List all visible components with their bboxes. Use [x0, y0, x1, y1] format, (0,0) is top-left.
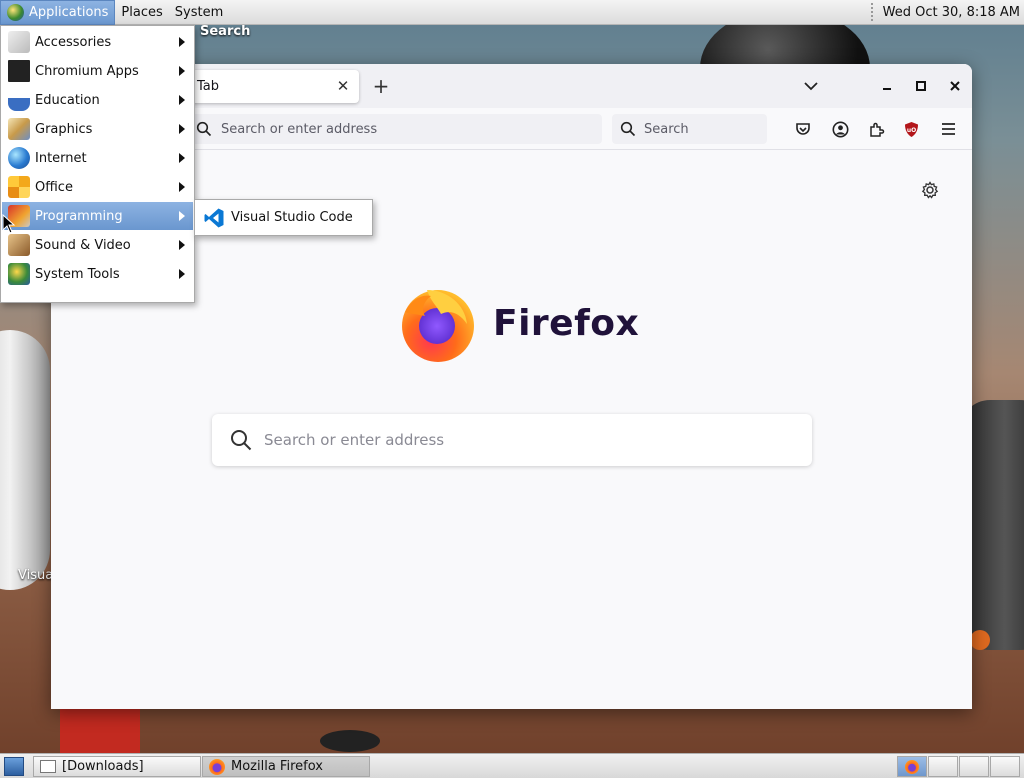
system-tools-icon — [8, 263, 30, 285]
tab-new-tab[interactable]: Tab ✕ — [183, 70, 359, 103]
search-icon — [612, 121, 644, 137]
submenu-item-vscode[interactable]: Visual Studio Code — [231, 210, 353, 225]
menu-item-label: Chromium Apps — [35, 63, 139, 79]
submenu-arrow-icon — [179, 37, 185, 47]
menu-item-programming[interactable]: Programming — [2, 202, 193, 230]
bottom-panel: [Downloads] Mozilla Firefox — [0, 753, 1024, 778]
ublock-origin-icon[interactable]: uO — [901, 119, 921, 139]
workspace-1[interactable] — [897, 756, 927, 777]
firefox-logo-icon — [402, 290, 474, 362]
mouse-cursor-icon — [2, 214, 16, 234]
show-desktop-icon[interactable] — [4, 757, 24, 776]
menu-item-education[interactable]: Education — [2, 86, 193, 114]
internet-icon — [8, 147, 30, 169]
vscode-icon — [204, 208, 224, 227]
menu-item-accessories[interactable]: Accessories — [2, 28, 193, 56]
menu-item-graphics[interactable]: Graphics — [2, 115, 193, 143]
system-menu[interactable]: System — [169, 0, 229, 25]
graphics-icon — [8, 118, 30, 140]
accessories-icon — [8, 31, 30, 53]
menu-item-label: Accessories — [35, 34, 112, 50]
new-tab-plus-icon[interactable]: + — [369, 74, 393, 98]
menu-item-label: Internet — [35, 150, 87, 166]
submenu-arrow-icon — [179, 182, 185, 192]
address-bar-placeholder: Search or enter address — [221, 121, 378, 137]
search-box-placeholder: Search — [644, 121, 689, 137]
menu-item-label: Office — [35, 179, 73, 195]
folder-icon — [40, 760, 56, 773]
submenu-arrow-icon — [179, 211, 185, 221]
extensions-puzzle-icon[interactable] — [866, 119, 886, 139]
top-panel: Applications Places System Wed Oct 30, 8… — [0, 0, 1024, 25]
os-logo-icon — [7, 3, 24, 21]
applications-menu-label: Applications — [29, 4, 109, 20]
pocket-icon[interactable] — [793, 119, 813, 139]
firefox-logo: Firefox — [397, 282, 639, 364]
task-label: [Downloads] — [62, 759, 144, 774]
menu-item-label: Sound & Video — [35, 237, 131, 253]
new-tab-search-input[interactable]: Search or enter address — [212, 414, 812, 466]
panel-right-area: Wed Oct 30, 8:18 AM — [870, 0, 1024, 25]
search-icon — [230, 429, 252, 451]
address-bar[interactable]: Search or enter address — [187, 114, 602, 144]
workspace-4[interactable] — [990, 756, 1020, 777]
desktop-icon-label[interactable]: Visua — [18, 568, 53, 583]
menu-item-sound-video[interactable]: Sound & Video — [2, 231, 193, 259]
workspace-3[interactable] — [959, 756, 989, 777]
task-label: Mozilla Firefox — [231, 759, 323, 774]
minimize-icon[interactable] — [877, 76, 897, 96]
menu-item-office[interactable]: Office — [2, 173, 193, 201]
menu-item-label: Programming — [35, 208, 123, 224]
firefox-icon — [905, 759, 919, 774]
clock[interactable]: Wed Oct 30, 8:18 AM — [883, 5, 1024, 20]
tab-title: Tab — [197, 79, 220, 94]
list-tabs-chevron-down-icon[interactable] — [801, 76, 821, 96]
hamburger-menu-icon[interactable] — [938, 119, 958, 139]
menu-item-label: Education — [35, 92, 100, 108]
programming-submenu: Visual Studio Code — [194, 199, 373, 236]
background-orange-object — [970, 630, 990, 650]
submenu-arrow-icon — [179, 95, 185, 105]
firefox-icon — [209, 758, 225, 775]
firefox-wordmark: Firefox — [493, 302, 640, 344]
chromium-apps-icon — [8, 60, 30, 82]
menu-item-label: Graphics — [35, 121, 93, 137]
education-icon — [8, 89, 30, 111]
sound-video-icon — [8, 234, 30, 256]
task-downloads[interactable]: [Downloads] — [33, 756, 201, 777]
close-tab-icon[interactable]: ✕ — [333, 76, 353, 96]
background-ring — [320, 730, 380, 752]
submenu-arrow-icon — [179, 269, 185, 279]
submenu-arrow-icon — [179, 66, 185, 76]
submenu-arrow-icon — [179, 153, 185, 163]
workspace-2[interactable] — [928, 756, 958, 777]
account-icon[interactable] — [830, 119, 850, 139]
task-firefox[interactable]: Mozilla Firefox — [202, 756, 370, 777]
new-tab-search-placeholder: Search or enter address — [264, 431, 445, 449]
panel-handle[interactable] — [870, 3, 875, 21]
desktop-top-label: Search — [200, 24, 251, 39]
svg-text:uO: uO — [906, 127, 915, 134]
places-menu[interactable]: Places — [115, 0, 168, 25]
office-icon — [8, 176, 30, 198]
background-silver-object — [0, 330, 50, 590]
settings-gear-icon[interactable] — [921, 181, 941, 201]
search-box[interactable]: Search — [612, 114, 767, 144]
applications-menu[interactable]: Applications — [0, 0, 116, 25]
menu-item-label: System Tools — [35, 266, 120, 282]
menu-item-chromium-apps[interactable]: Chromium Apps — [2, 57, 193, 85]
menu-item-system-tools[interactable]: System Tools — [2, 260, 193, 288]
submenu-arrow-icon — [179, 240, 185, 250]
close-window-icon[interactable] — [945, 76, 965, 96]
maximize-icon[interactable] — [911, 76, 931, 96]
submenu-arrow-icon — [179, 124, 185, 134]
menu-item-internet[interactable]: Internet — [2, 144, 193, 172]
applications-dropdown: Accessories Chromium Apps Education Grap… — [0, 25, 195, 303]
